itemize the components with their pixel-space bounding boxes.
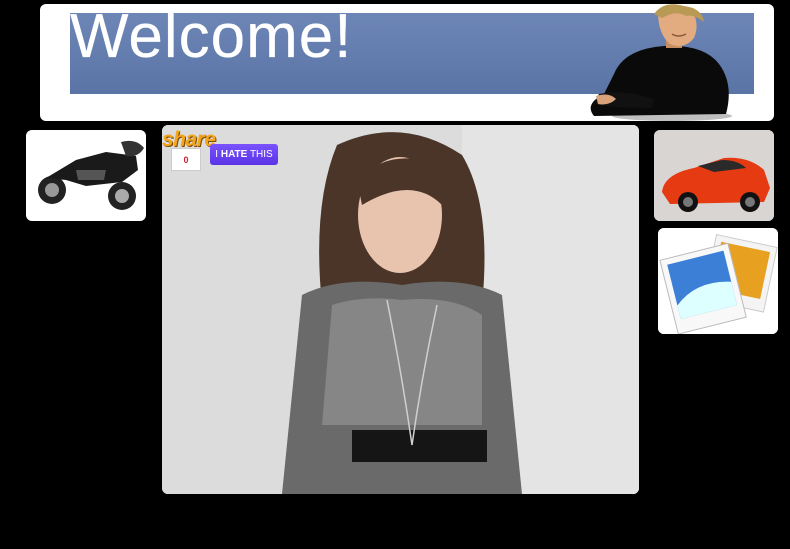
portrait-image [162, 125, 639, 494]
main-portrait-photo[interactable] [162, 125, 639, 494]
i-hate-this-button[interactable]: I HATE THIS [210, 144, 278, 165]
sports-car-thumbnail[interactable] [654, 130, 774, 221]
share-widget: share 0 I HATE THIS [162, 125, 282, 175]
banner-title: Welcome! [70, 4, 353, 71]
hate-button-prefix: I [215, 149, 219, 160]
welcome-banner[interactable]: Welcome! [40, 4, 774, 121]
hate-button-emphasis: HATE [220, 149, 248, 160]
share-count: 0 [171, 148, 201, 171]
photo-gallery-thumbnail[interactable] [658, 228, 778, 334]
sports-car-icon [654, 130, 774, 221]
motorcycle-icon [38, 140, 144, 210]
cartoon-man-illustration [590, 4, 732, 121]
motorcycle-thumbnail[interactable] [26, 130, 146, 221]
photo-gallery-icon [658, 228, 778, 334]
hate-button-suffix: THIS [249, 149, 273, 160]
